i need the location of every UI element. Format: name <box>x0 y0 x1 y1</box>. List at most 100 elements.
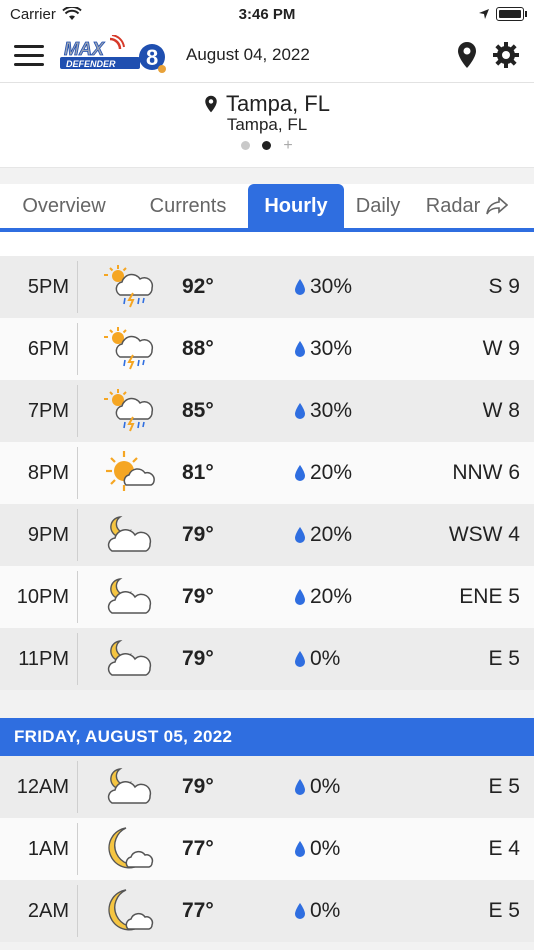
page-dot-active[interactable] <box>262 141 272 150</box>
hour-label: 11PM <box>0 633 78 685</box>
temperature: 79° <box>182 523 214 546</box>
page-indicator[interactable]: + <box>0 138 534 154</box>
table-row[interactable]: 10PM 79° 20% ENE 5 <box>0 566 534 628</box>
raindrop-icon <box>295 341 305 357</box>
wind: E 5 <box>488 647 520 670</box>
wind: E 5 <box>488 899 520 922</box>
precip-chance: 30% <box>294 275 414 299</box>
precip-value: 0% <box>310 899 341 922</box>
raindrop-icon <box>295 779 305 795</box>
hour-label: 8PM <box>0 447 78 499</box>
location-arrow-icon <box>478 9 489 19</box>
page-dot[interactable] <box>241 141 251 150</box>
carrier-label: Carrier <box>10 5 56 23</box>
menu-icon[interactable] <box>14 40 44 70</box>
battery-icon <box>495 7 527 21</box>
tab-radar-label: Radar <box>425 194 481 217</box>
wind: W 8 <box>482 399 520 422</box>
precip-chance: 20% <box>294 461 414 485</box>
hour-label: 1AM <box>0 823 78 875</box>
temperature: 77° <box>182 899 214 922</box>
table-row[interactable]: 12AM 79° 0% E 5 <box>0 756 534 818</box>
table-row[interactable]: 9PM 79° 20% WSW 4 <box>0 504 534 566</box>
precip-value: 30% <box>310 399 353 422</box>
thunderstorm-icon <box>78 325 182 373</box>
precip-chance: 0% <box>294 899 414 923</box>
tab-radar[interactable]: Radar <box>412 184 522 228</box>
svg-text:8: 8 <box>146 45 158 70</box>
hour-label: 2AM <box>0 885 78 937</box>
wind: S 9 <box>488 275 520 298</box>
precip-chance: 0% <box>294 775 414 799</box>
raindrop-icon <box>295 651 305 667</box>
tab-overview[interactable]: Overview <box>0 184 128 228</box>
precip-chance: 20% <box>294 523 414 547</box>
hour-label: 9PM <box>0 509 78 561</box>
location-name: Tampa, FL <box>226 91 330 116</box>
hour-label: 10PM <box>0 571 78 623</box>
tab-daily[interactable]: Daily <box>344 184 412 228</box>
partly-sunny-icon <box>78 449 182 497</box>
precip-value: 0% <box>310 775 341 798</box>
temperature: 85° <box>182 399 214 422</box>
precip-value: 30% <box>310 337 353 360</box>
location-panel[interactable]: Tampa, FL Tampa, FL + <box>0 83 534 168</box>
hourly-list-next-day: 12AM 79° 0% E 5 1AM 77° 0% E 4 2AM 77° 0% E 5 <box>0 756 534 942</box>
temperature: 79° <box>182 585 214 608</box>
table-row[interactable]: 8PM 81° 20% NNW 6 <box>0 442 534 504</box>
precip-value: 0% <box>310 647 341 670</box>
precip-value: 20% <box>310 523 353 546</box>
hour-label: 6PM <box>0 323 78 375</box>
share-arrow-icon <box>486 197 509 215</box>
wind: E 5 <box>488 775 520 798</box>
tab-currents[interactable]: Currents <box>128 184 248 228</box>
spacer <box>0 232 534 256</box>
precip-value: 30% <box>310 275 353 298</box>
temperature: 92° <box>182 275 214 298</box>
table-row[interactable]: 6PM 88° 30% W 9 <box>0 318 534 380</box>
table-row[interactable]: 7PM 85° 30% W 8 <box>0 380 534 442</box>
wifi-icon <box>62 7 82 20</box>
svg-text:MAX: MAX <box>64 39 105 59</box>
tab-hourly[interactable]: Hourly <box>248 184 344 228</box>
add-location-icon[interactable]: + <box>283 138 292 154</box>
gear-icon[interactable] <box>492 41 520 69</box>
moon-cloud-icon <box>78 887 182 935</box>
hour-label: 7PM <box>0 385 78 437</box>
tab-bar: Overview Currents Hourly Daily Radar <box>0 184 534 232</box>
precip-chance: 0% <box>294 647 414 671</box>
partly-cloudy-night-icon <box>78 635 182 683</box>
precip-chance: 30% <box>294 337 414 361</box>
hour-label: 12AM <box>0 761 78 813</box>
precip-chance: 0% <box>294 837 414 861</box>
raindrop-icon <box>295 527 305 543</box>
table-row[interactable]: 2AM 77° 0% E 5 <box>0 880 534 942</box>
moon-cloud-icon <box>78 825 182 873</box>
raindrop-icon <box>295 465 305 481</box>
app-bar: MAX DEFENDER 8 August 04, 2022 <box>0 28 534 83</box>
table-row[interactable]: 1AM 77° 0% E 4 <box>0 818 534 880</box>
clock: 3:46 PM <box>238 5 296 23</box>
raindrop-icon <box>295 841 305 857</box>
raindrop-icon <box>295 589 305 605</box>
temperature: 77° <box>182 837 214 860</box>
day-header: FRIDAY, AUGUST 05, 2022 <box>0 718 534 756</box>
max-defender-8-logo: MAX DEFENDER 8 <box>60 35 166 73</box>
raindrop-icon <box>295 279 305 295</box>
table-row[interactable]: 11PM 79° 0% E 5 <box>0 628 534 690</box>
precip-value: 0% <box>310 837 341 860</box>
wind: NNW 6 <box>452 461 520 484</box>
raindrop-icon <box>295 903 305 919</box>
wind: ENE 5 <box>459 585 520 608</box>
raindrop-icon <box>295 403 305 419</box>
partly-cloudy-night-icon <box>78 573 182 621</box>
temperature: 81° <box>182 461 214 484</box>
wind: WSW 4 <box>448 523 520 546</box>
precip-chance: 20% <box>294 585 414 609</box>
table-row[interactable]: 5PM 92° 30% S 9 <box>0 256 534 318</box>
location-pin-icon[interactable] <box>456 41 478 69</box>
hour-label: 5PM <box>0 261 78 313</box>
hourly-list-today: 5PM 92° 30% S 9 6PM 88° 30% W 9 7PM 85° 30% W 8 8PM 8… <box>0 256 534 690</box>
thunderstorm-icon <box>78 263 182 311</box>
wind: W 9 <box>482 337 520 360</box>
